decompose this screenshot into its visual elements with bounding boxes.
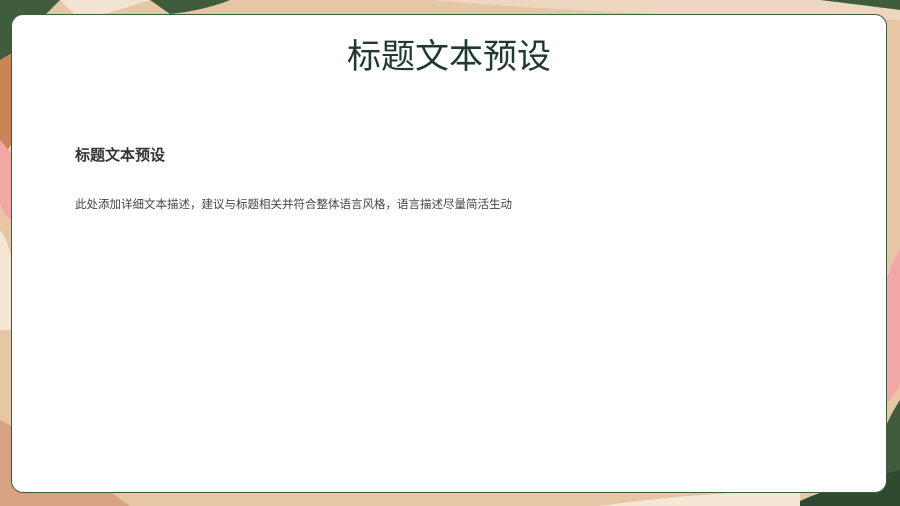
content-card: 标题文本预设 标题文本预设 此处添加详细文本描述，建议与标题相关并符合整体语言风… [11, 14, 887, 493]
section-heading: 标题文本预设 [75, 146, 166, 164]
section-body-text: 此处添加详细文本描述，建议与标题相关并符合整体语言风格，语言描述尽量简活生动 [75, 197, 512, 211]
slide-title: 标题文本预设 [347, 37, 551, 77]
